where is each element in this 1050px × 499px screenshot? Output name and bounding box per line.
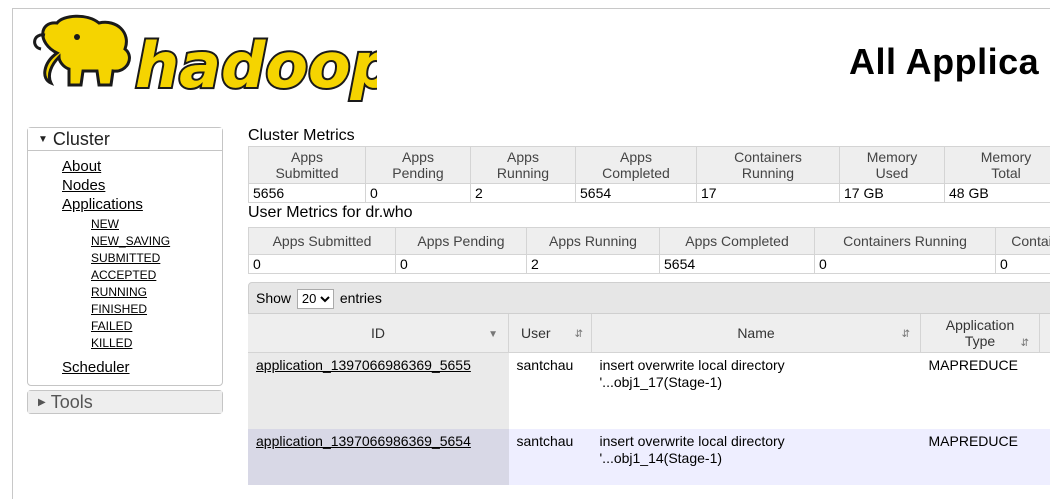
cm-value-apps-completed: 5654	[576, 184, 697, 203]
sort-both-icon: ⇵	[575, 327, 583, 343]
cluster-metrics-table: AppsSubmitted AppsPending AppsRunning Ap…	[248, 146, 1050, 203]
col-header-app-type[interactable]: ApplicationType⇵	[921, 314, 1040, 353]
nav-link-about[interactable]: About	[62, 157, 222, 176]
cm-value-containers-running: 17	[697, 184, 840, 203]
page-frame: hadoop All Applica ▼ Cluster About Nodes …	[12, 8, 1050, 499]
um-header-containers-truncated: Contai	[996, 228, 1050, 255]
nav-state-failed[interactable]: FAILED	[91, 318, 222, 335]
page-title: All Applica	[849, 41, 1039, 83]
cm-header-apps-completed: AppsCompleted	[576, 147, 697, 184]
app-user-cell: santchau	[509, 429, 592, 485]
app-id-cell: application_1397066986369_5655	[248, 353, 509, 430]
um-header-apps-submitted: Apps Submitted	[249, 228, 396, 255]
nav-state-accepted[interactable]: ACCEPTED	[91, 267, 222, 284]
table-row: application_1397066986369_5655 santchau …	[248, 353, 1050, 430]
app-name-cell: insert overwrite local directory'...obj1…	[592, 429, 921, 485]
cm-value-apps-running: 2	[471, 184, 576, 203]
cm-header-memory-used: MemoryUsed	[840, 147, 945, 184]
cluster-label: Cluster	[53, 129, 110, 149]
um-value-containers-running: 0	[815, 255, 996, 274]
app-extra-cell	[1040, 353, 1050, 430]
cm-value-apps-pending: 0	[366, 184, 471, 203]
um-value-containers-truncated: 0	[996, 255, 1050, 274]
elephant-icon: hadoop	[27, 13, 377, 109]
user-metrics-table: Apps Submitted Apps Pending Apps Running…	[248, 227, 1050, 274]
app-id-link[interactable]: application_1397066986369_5655	[256, 357, 471, 373]
cm-value-memory-total: 48 GB	[945, 184, 1050, 203]
um-header-apps-running: Apps Running	[527, 228, 660, 255]
show-entries-bar: Show 20 entries	[248, 282, 1050, 314]
um-header-apps-pending: Apps Pending	[396, 228, 527, 255]
cluster-toggle[interactable]: ▼ Cluster	[28, 128, 222, 151]
sort-both-icon: ⇵	[1021, 336, 1029, 352]
col-header-truncated	[1040, 314, 1050, 353]
nav-state-finished[interactable]: FINISHED	[91, 301, 222, 318]
cm-header-memory-total: MemoryTotal	[945, 147, 1050, 184]
nav-link-nodes[interactable]: Nodes	[62, 176, 222, 195]
cm-value-memory-used: 17 GB	[840, 184, 945, 203]
um-header-containers-running: Containers Running	[815, 228, 996, 255]
um-value-apps-running: 2	[527, 255, 660, 274]
main-content: Cluster Metrics AppsSubmitted AppsPendin…	[248, 126, 1050, 485]
page-size-select[interactable]: 20	[297, 289, 334, 309]
table-row: application_1397066986369_5654 santchau …	[248, 429, 1050, 485]
col-header-id[interactable]: ID▼	[248, 314, 509, 353]
nav-state-new-saving[interactable]: NEW_SAVING	[91, 233, 222, 250]
col-header-name[interactable]: Name⇵	[592, 314, 921, 353]
tools-toggle[interactable]: ▶ Tools	[28, 391, 222, 413]
nav-state-killed[interactable]: KILLED	[91, 335, 222, 352]
app-type-cell: MAPREDUCE	[921, 353, 1040, 430]
app-id-link[interactable]: application_1397066986369_5654	[256, 433, 471, 449]
cm-header-apps-pending: AppsPending	[366, 147, 471, 184]
entries-label: entries	[340, 290, 382, 306]
nav-link-applications[interactable]: Applications	[62, 195, 222, 214]
cm-value-apps-submitted: 5656	[249, 184, 366, 203]
app-id-cell: application_1397066986369_5654	[248, 429, 509, 485]
sidebar: ▼ Cluster About Nodes Applications NEW NE…	[27, 127, 223, 414]
um-header-apps-completed: Apps Completed	[660, 228, 815, 255]
col-header-user[interactable]: User⇵	[509, 314, 592, 353]
app-extra-cell	[1040, 429, 1050, 485]
um-value-apps-completed: 5654	[660, 255, 815, 274]
cluster-panel: ▼ Cluster About Nodes Applications NEW NE…	[27, 127, 223, 386]
user-metrics-title: User Metrics for dr.who	[248, 203, 1050, 223]
nav-link-scheduler[interactable]: Scheduler	[62, 358, 222, 377]
sort-both-icon: ⇵	[902, 327, 910, 343]
cm-header-apps-submitted: AppsSubmitted	[249, 147, 366, 184]
cluster-metrics-title: Cluster Metrics	[248, 126, 1050, 146]
show-label: Show	[256, 290, 291, 306]
um-value-apps-submitted: 0	[249, 255, 396, 274]
hadoop-logo[interactable]: hadoop	[27, 13, 377, 109]
nav-state-new[interactable]: NEW	[91, 216, 222, 233]
um-value-apps-pending: 0	[396, 255, 527, 274]
applications-table: ID▼ User⇵ Name⇵ ApplicationType⇵ applica…	[248, 314, 1050, 485]
cm-header-apps-running: AppsRunning	[471, 147, 576, 184]
tools-label: Tools	[51, 392, 93, 412]
app-user-cell: santchau	[509, 353, 592, 430]
logo-wordmark: hadoop	[135, 29, 377, 102]
triangle-down-icon: ▼	[38, 134, 48, 145]
nav-state-running[interactable]: RUNNING	[91, 284, 222, 301]
app-type-cell: MAPREDUCE	[921, 429, 1040, 485]
sort-desc-icon: ▼	[488, 327, 498, 343]
cm-header-containers-running: ContainersRunning	[697, 147, 840, 184]
nav-state-submitted[interactable]: SUBMITTED	[91, 250, 222, 267]
app-name-cell: insert overwrite local directory'...obj1…	[592, 353, 921, 430]
triangle-right-icon: ▶	[38, 397, 46, 408]
tools-panel: ▶ Tools	[27, 390, 223, 414]
